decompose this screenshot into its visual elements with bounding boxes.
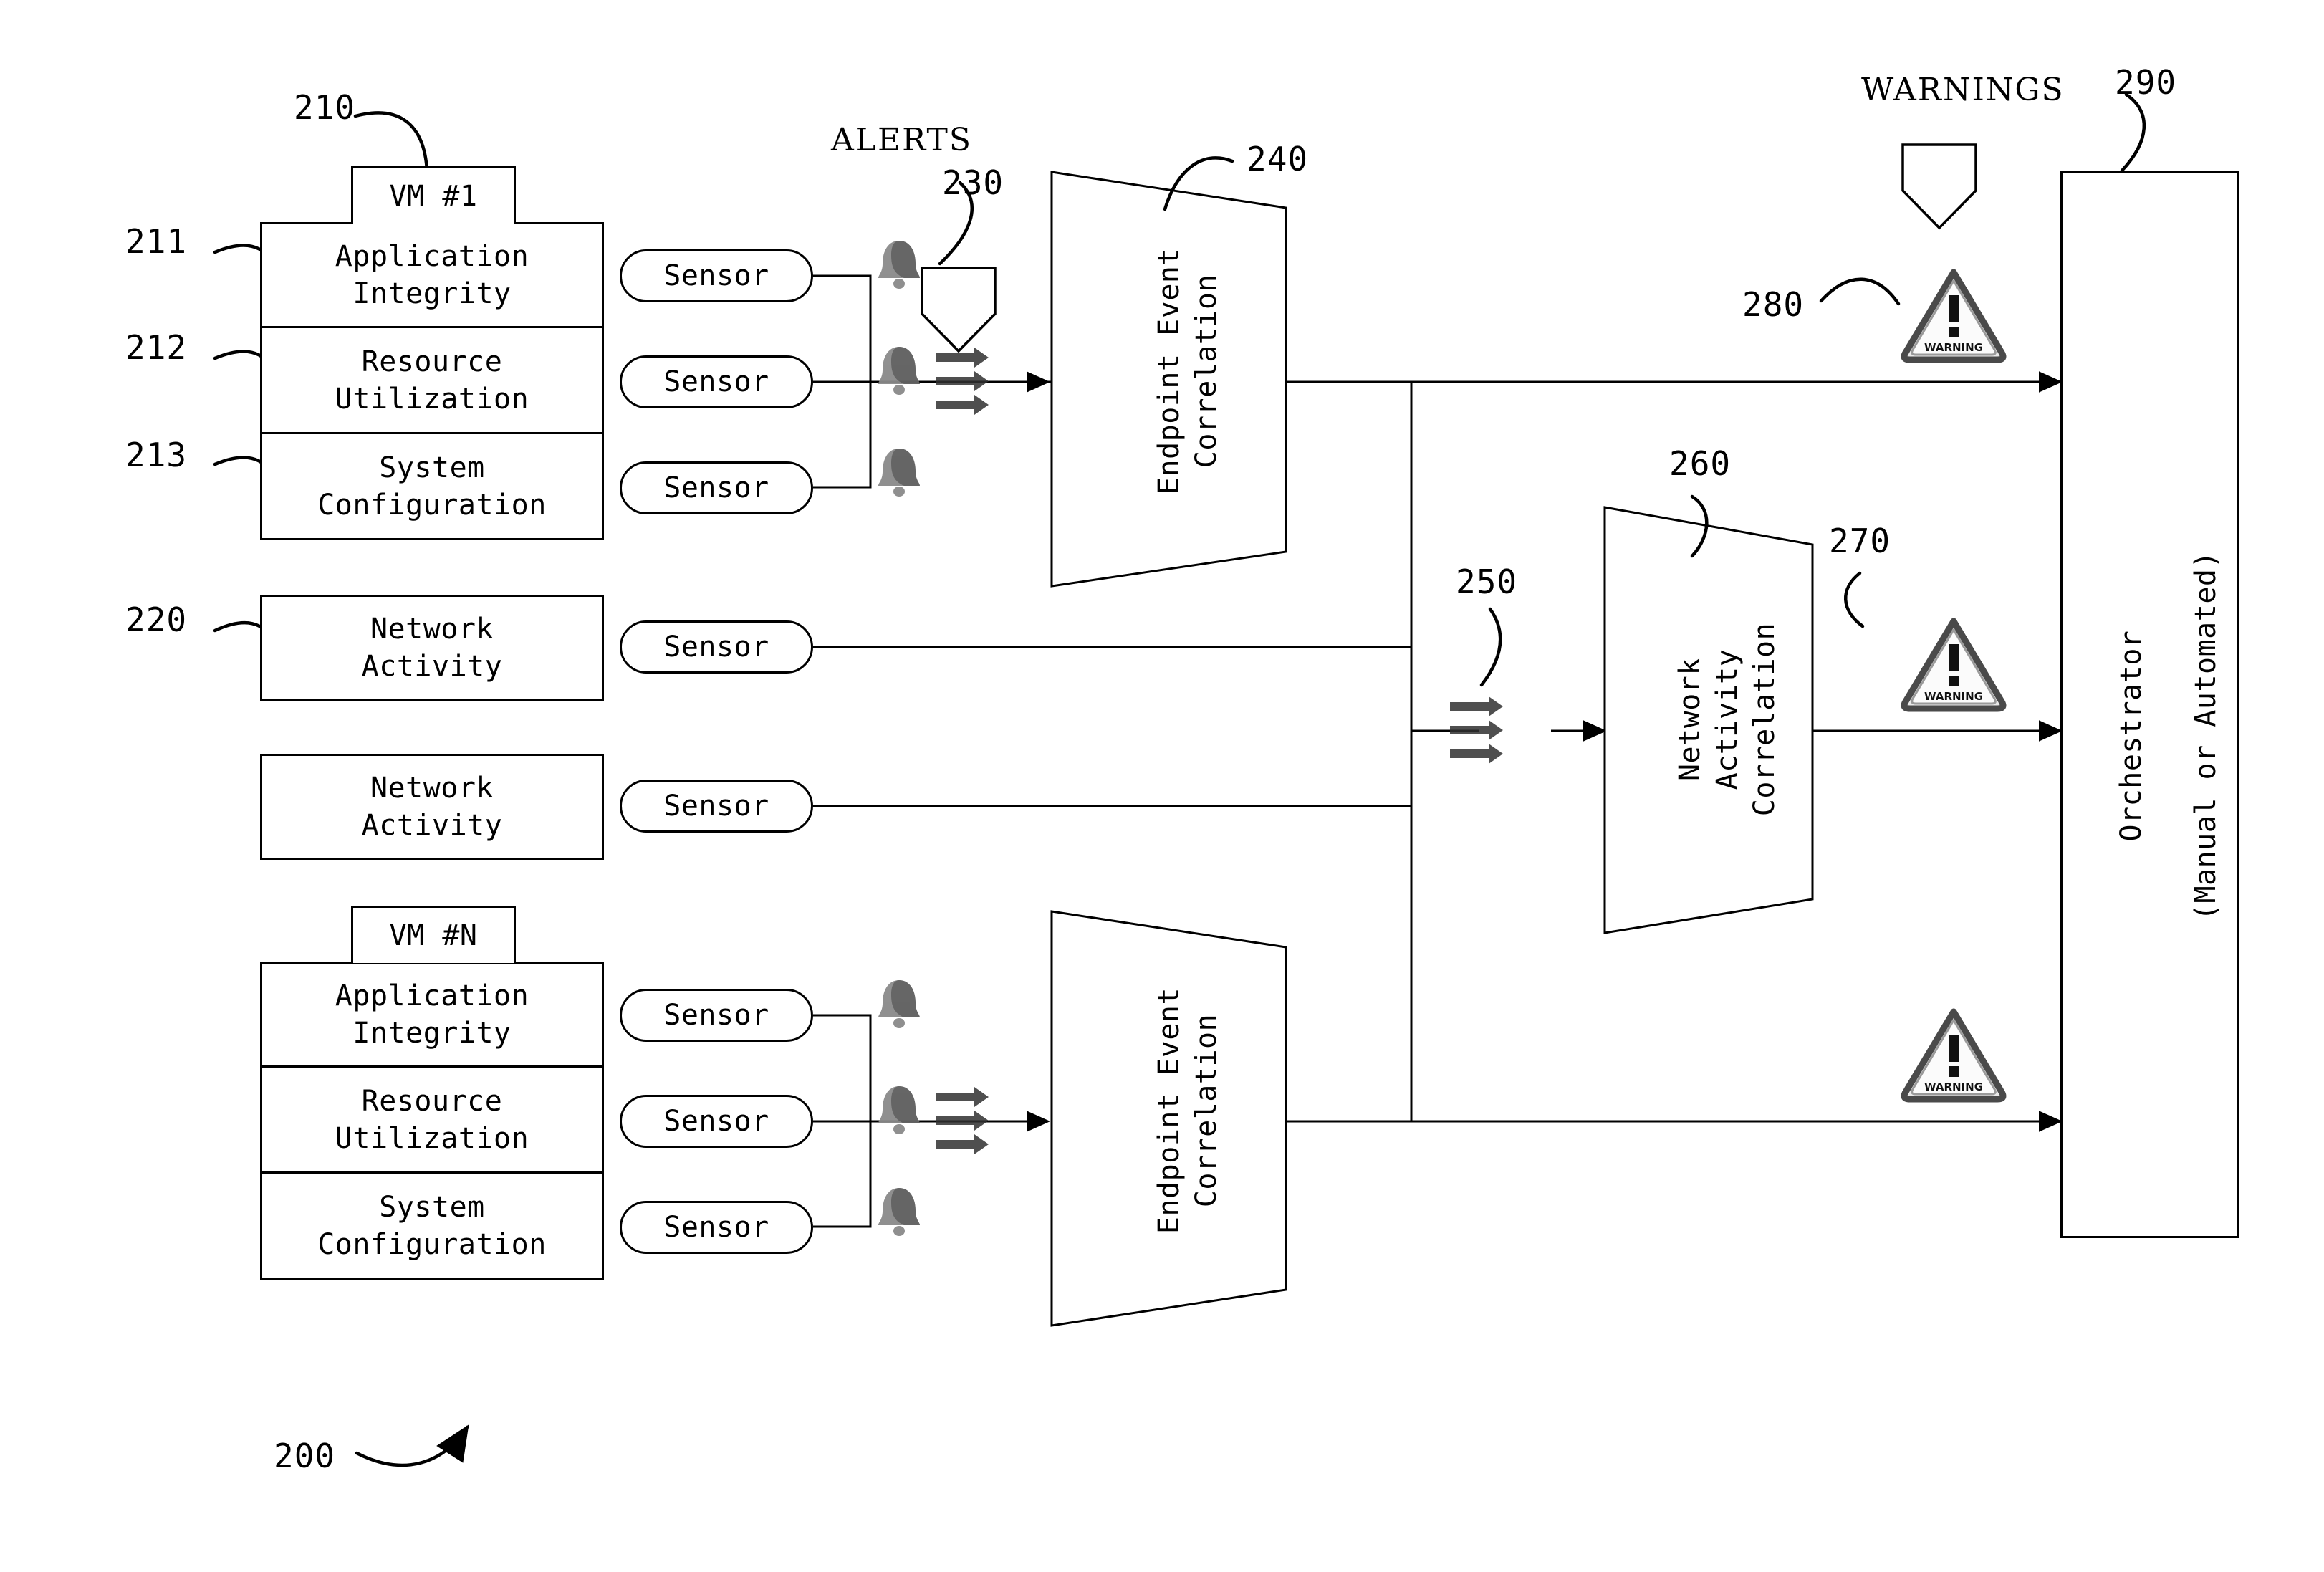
svg-text:WARNING: WARNING	[1924, 341, 1983, 354]
ref-number-213: 213	[125, 436, 187, 474]
vmn-row-resource-utilization: Resource Utilization	[260, 1068, 604, 1174]
vm1-row-system-configuration: System Configuration	[260, 434, 604, 540]
ref-number-text: 211	[125, 222, 188, 261]
network-activity-sensor-1: Sensor	[620, 620, 813, 674]
vm1-row-label: Application Integrity	[335, 240, 529, 310]
alert-bell-icon	[878, 347, 920, 395]
endpoint-event-correlation-trapezoid-bottom	[1050, 910, 1287, 1327]
ref-number-text: 250	[1456, 562, 1518, 601]
ref-number-text: 212	[125, 328, 188, 367]
ref-number-text: 210	[294, 88, 356, 127]
ref-number-200: 200	[274, 1437, 335, 1475]
shield-marker-icon	[921, 267, 997, 353]
ref-number-212: 212	[125, 328, 187, 367]
ref-number-250: 250	[1456, 562, 1517, 601]
sensor-label: Sensor	[663, 631, 769, 663]
triple-arrow-icon	[936, 1087, 989, 1154]
alerts-caption: ALERTS	[831, 122, 972, 158]
network-activity-correlation-label: Network Activity Correlation	[1634, 504, 1783, 934]
ref-number-230: 230	[942, 163, 1004, 202]
network-activity-label: Network Activity	[361, 613, 503, 683]
vmn-row-label: System Configuration	[317, 1190, 547, 1261]
alert-bell-icon	[878, 1086, 920, 1134]
alerts-caption-text: ALERTS	[831, 122, 972, 158]
patent-figure-canvas: VM #1 Application Integrity Resource Uti…	[0, 0, 2324, 1572]
triple-arrow-icon	[936, 348, 989, 415]
correlator-label-text: Network Activity Correlation	[1674, 622, 1781, 817]
ref-number-260: 260	[1669, 444, 1731, 483]
alert-bell-icon	[878, 1188, 920, 1236]
vm1-tab: VM #1	[351, 166, 516, 224]
endpoint-event-correlation-bottom-label: Endpoint Event Correlation	[1113, 896, 1225, 1326]
vm1-sensor-system-configuration: Sensor	[620, 461, 813, 514]
network-activity-label: Network Activity	[361, 772, 503, 842]
ref-number-210: 210	[294, 88, 355, 127]
ref-number-290: 290	[2115, 63, 2176, 102]
ref-number-220: 220	[125, 600, 187, 639]
vmn-row-system-configuration: System Configuration	[260, 1174, 604, 1280]
vm1-row-label: Resource Utilization	[335, 345, 529, 416]
vmn-row-label: Resource Utilization	[335, 1084, 529, 1155]
triple-arrow-icon	[1450, 696, 1503, 764]
vmn-sensor-application-integrity: Sensor	[620, 989, 813, 1042]
vmn-sensor-system-configuration: Sensor	[620, 1201, 813, 1254]
vmn-row-application-integrity: Application Integrity	[260, 962, 604, 1068]
ref-number-text: 200	[274, 1437, 336, 1475]
vm1-sensor-resource-utilization: Sensor	[620, 355, 813, 408]
sensor-label: Sensor	[663, 471, 769, 504]
alert-bell-icon	[878, 241, 920, 289]
vm1-row-resource-utilization: Resource Utilization	[260, 328, 604, 434]
vm1-tab-label: VM #1	[389, 179, 478, 213]
endpoint-event-correlation-trapezoid-top	[1050, 171, 1287, 588]
svg-text:WARNING: WARNING	[1924, 690, 1983, 703]
sensor-label: Sensor	[663, 1211, 769, 1244]
alert-bell-icon	[878, 980, 920, 1028]
ref-number-text: 290	[2115, 63, 2177, 102]
correlator-label-text: Endpoint Event Correlation	[1153, 987, 1223, 1235]
ref-number-240: 240	[1247, 140, 1308, 178]
warnings-caption: WARNINGS	[1861, 72, 2065, 108]
svg-text:WARNING: WARNING	[1924, 1080, 1983, 1093]
vmn-row-label: Application Integrity	[335, 979, 529, 1050]
ref-number-text: 230	[942, 163, 1004, 202]
ref-number-text: 240	[1247, 140, 1309, 178]
warnings-caption-text: WARNINGS	[1861, 72, 2065, 108]
ref-number-270: 270	[1829, 522, 1891, 560]
sensor-label: Sensor	[663, 1105, 769, 1138]
sensor-label: Sensor	[663, 790, 769, 823]
orchestrator-box	[2060, 171, 2239, 1238]
vm1-row-application-integrity: Application Integrity	[260, 222, 604, 328]
correlator-label-text: Endpoint Event Correlation	[1153, 247, 1223, 495]
warning-triangle-icon: WARNING	[1901, 618, 2007, 712]
warning-triangle-icon: WARNING	[1901, 269, 2007, 363]
network-activity-correlation-trapezoid	[1603, 506, 1814, 934]
ref-number-text: 270	[1829, 522, 1891, 560]
network-activity-box-1: Network Activity	[260, 595, 604, 701]
ref-number-text: 280	[1742, 285, 1805, 324]
sensor-label: Sensor	[663, 365, 769, 398]
ref-number-text: 260	[1669, 444, 1732, 483]
ref-number-280: 280	[1742, 285, 1804, 324]
vm1-sensor-application-integrity: Sensor	[620, 249, 813, 302]
network-activity-box-2: Network Activity	[260, 754, 604, 860]
ref-number-211: 211	[125, 222, 187, 261]
vmn-tab-label: VM #N	[389, 919, 478, 952]
ref-number-text: 213	[125, 436, 188, 474]
endpoint-event-correlation-top-label: Endpoint Event Correlation	[1113, 156, 1225, 586]
vmn-sensor-resource-utilization: Sensor	[620, 1095, 813, 1148]
alert-bell-icon	[878, 449, 920, 497]
network-activity-sensor-2: Sensor	[620, 780, 813, 833]
sensor-label: Sensor	[663, 999, 769, 1032]
vmn-tab: VM #N	[351, 906, 516, 963]
vm1-row-label: System Configuration	[317, 451, 547, 522]
shield-marker-icon	[1901, 143, 1977, 230]
sensor-label: Sensor	[663, 259, 769, 292]
warning-triangle-icon: WARNING	[1901, 1008, 2007, 1103]
ref-number-text: 220	[125, 600, 188, 639]
